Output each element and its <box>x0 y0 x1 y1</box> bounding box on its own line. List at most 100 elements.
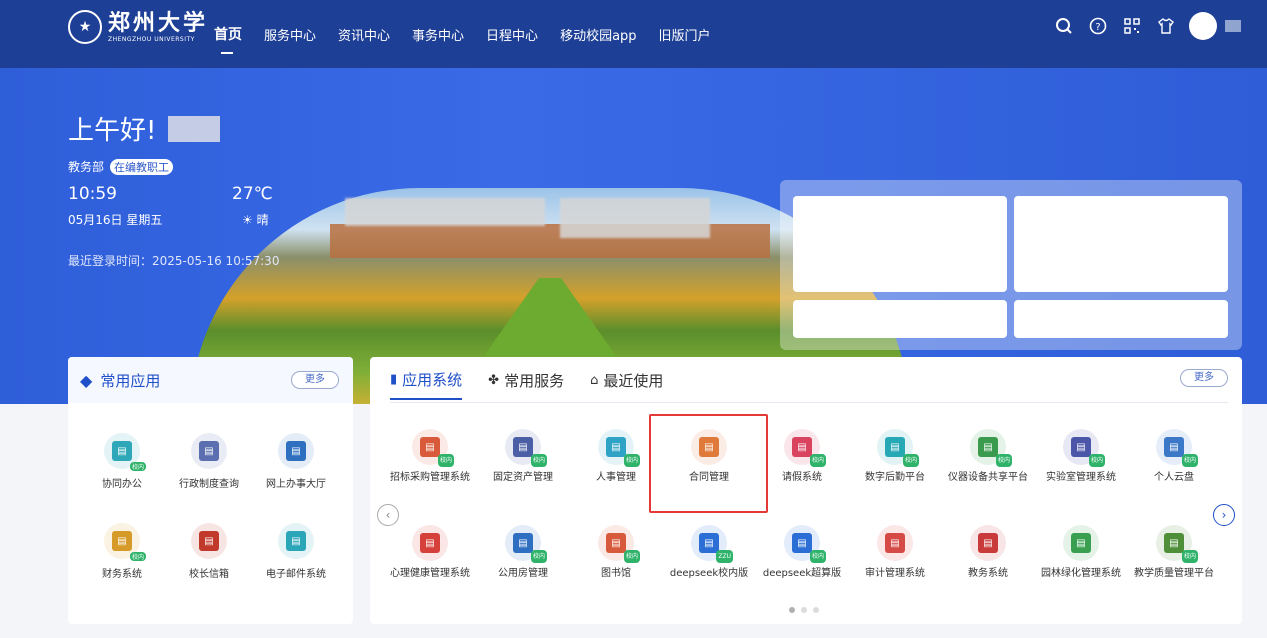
home-icon: ⌂ <box>590 373 599 388</box>
app-item[interactable]: ▤ 校内 deepseek超算版 <box>756 525 848 580</box>
nav-home[interactable]: 首页 <box>214 24 242 54</box>
page-dot[interactable] <box>801 607 807 613</box>
bookmark-icon: ▮ <box>390 372 398 387</box>
app-label: 电子邮件系统 <box>266 569 326 580</box>
username-mask[interactable] <box>1225 20 1241 32</box>
app-item[interactable]: ▤ 网上办事大厅 <box>256 433 336 490</box>
app-label: deepseek超算版 <box>762 568 842 579</box>
seal-icon: ★ <box>68 10 102 44</box>
app-item[interactable]: ▤ 校长信箱 <box>169 523 249 580</box>
app-system-panel: ▮ 应用系统 ✤ 常用服务 ⌂ 最近使用 更多 ▤ 校内 招标采购管理系统 ▤ 校内 固定资产管… <box>370 357 1242 624</box>
app-label: 公用房管理 <box>498 568 548 579</box>
nav-mobile-app[interactable]: 移动校园app <box>560 25 636 44</box>
avatar[interactable] <box>1189 12 1217 40</box>
app-tag: 校内 <box>809 550 826 563</box>
app-glyph-icon: ▤ <box>513 437 533 457</box>
blur-mask <box>345 198 545 226</box>
university-logo[interactable]: ★ 郑州大学 ZHENGZHOU UNIVERSITY <box>68 10 208 44</box>
app-item[interactable]: ▤ 电子邮件系统 <box>256 523 336 580</box>
nav-affairs-center[interactable]: 事务中心 <box>412 25 464 44</box>
app-icon: ▤ 校内 <box>505 525 547 563</box>
main-nav: 首页 服务中心 资讯中心 事务中心 日程中心 移动校园app 旧版门户 <box>214 0 733 68</box>
info-card[interactable] <box>793 300 1007 338</box>
qrcode-icon[interactable] <box>1121 15 1143 37</box>
app-glyph-icon: ▤ <box>286 531 306 551</box>
app-glyph-icon: ▤ <box>699 533 719 553</box>
app-tag: 校内 <box>809 454 826 467</box>
more-button[interactable]: 更多 <box>291 371 339 389</box>
app-item[interactable]: ▤ ZZU deepseek校内版 <box>663 525 755 580</box>
app-glyph-icon: ▤ <box>885 533 905 553</box>
clock: 10:59 <box>68 184 117 204</box>
app-item[interactable]: ▤ 校内 固定资产管理 <box>477 429 569 484</box>
tab-label: 应用系统 <box>402 371 463 389</box>
app-glyph-icon: ▤ <box>1071 533 1091 553</box>
info-card[interactable] <box>1014 300 1228 338</box>
app-label: 数字后勤平台 <box>865 472 925 483</box>
app-item[interactable]: ▤ 心理健康管理系统 <box>384 525 476 580</box>
search-icon[interactable] <box>1053 15 1075 37</box>
app-item[interactable]: ▤ 教务系统 <box>942 525 1034 580</box>
app-item[interactable]: ▤ 校内 数字后勤平台 <box>849 429 941 484</box>
blur-mask <box>560 198 710 238</box>
app-item[interactable]: ▤ 校内实验室管理系统 <box>1035 429 1127 484</box>
prev-arrow-icon[interactable]: ‹ <box>377 504 399 526</box>
app-item[interactable]: ▤ 校内公用房管理 <box>477 525 569 580</box>
next-arrow-icon[interactable]: › <box>1213 504 1235 526</box>
app-item[interactable]: ▤ 校内 教学质量管理平台 <box>1128 525 1220 580</box>
app-icon: ▤ 校内 <box>104 433 146 471</box>
info-card[interactable] <box>793 196 1007 292</box>
app-tag: ZZU <box>716 550 733 563</box>
app-label: 审计管理系统 <box>865 568 925 579</box>
app-icon: ▤ <box>278 523 314 559</box>
tab-label: 最近使用 <box>603 372 664 390</box>
app-item[interactable]: ▤ 校内 个人云盘 <box>1128 429 1220 484</box>
app-glyph-icon: ▤ <box>885 437 905 457</box>
tab-common-services[interactable]: ✤ 常用服务 <box>488 369 564 400</box>
app-item[interactable]: ▤ 校内 请假系统 <box>756 429 848 484</box>
nav-news-center[interactable]: 资讯中心 <box>338 25 390 44</box>
app-label: 招标采购管理系统 <box>390 472 470 483</box>
app-item[interactable]: ▤ 校内协同办公 <box>82 433 162 490</box>
help-icon[interactable]: ? <box>1087 15 1109 37</box>
more-button[interactable]: 更多 <box>1180 369 1228 387</box>
tab-recent[interactable]: ⌂ 最近使用 <box>590 369 663 400</box>
app-item[interactable]: ▤ 校内 财务系统 <box>82 523 162 580</box>
header-tools: ? <box>1041 12 1241 40</box>
app-icon: ▤ 校内 <box>598 429 640 467</box>
app-tag: 校内 <box>129 552 146 561</box>
app-tag: 校内 <box>1181 550 1198 563</box>
app-item[interactable]: ▤ 校内 仪器设备共享平台 <box>942 429 1034 484</box>
app-tabs: ▮ 应用系统 ✤ 常用服务 ⌂ 最近使用 <box>390 369 689 400</box>
app-label: 实验室管理系统 <box>1046 472 1116 483</box>
dept-line: 教务部 在编教职工 <box>68 158 174 175</box>
app-icon: ▤ <box>191 523 227 559</box>
app-glyph-icon: ▤ <box>513 533 533 553</box>
app-glyph-icon: ▤ <box>1164 533 1184 553</box>
nav-schedule-center[interactable]: 日程中心 <box>486 25 538 44</box>
app-icon: ▤ 校内 <box>970 429 1012 467</box>
page-dot[interactable] <box>813 607 819 613</box>
nav-service-center[interactable]: 服务中心 <box>264 25 316 44</box>
app-item[interactable]: ▤ 校内 招标采购管理系统 <box>384 429 476 484</box>
app-label: 协同办公 <box>102 479 142 490</box>
info-card[interactable] <box>1014 196 1228 292</box>
theme-shirt-icon[interactable] <box>1155 15 1177 37</box>
app-item[interactable]: ▤ 校内 图书馆 <box>570 525 662 580</box>
app-glyph-icon: ▤ <box>606 533 626 553</box>
app-item[interactable]: ▤ 行政制度查询 <box>169 433 249 490</box>
app-item[interactable]: ▤ 园林绿化管理系统 <box>1035 525 1127 580</box>
app-label: deepseek校内版 <box>669 568 749 579</box>
page-dot[interactable] <box>789 607 795 613</box>
cube-icon: ◆ <box>80 370 93 390</box>
top-navbar: ★ 郑州大学 ZHENGZHOU UNIVERSITY 首页 服务中心 资讯中心… <box>0 0 1267 68</box>
nav-old-portal[interactable]: 旧版门户 <box>659 25 711 44</box>
app-label: 财务系统 <box>102 569 142 580</box>
app-icon: ▤ <box>191 433 227 469</box>
app-glyph-icon: ▤ <box>199 531 219 551</box>
tab-app-system[interactable]: ▮ 应用系统 <box>390 369 463 400</box>
app-icon: ▤ <box>970 525 1006 561</box>
logo-en: ZHENGZHOU UNIVERSITY <box>108 35 195 43</box>
app-icon: ▤ 校内 <box>1063 429 1105 467</box>
app-item[interactable]: ▤ 审计管理系统 <box>849 525 941 580</box>
